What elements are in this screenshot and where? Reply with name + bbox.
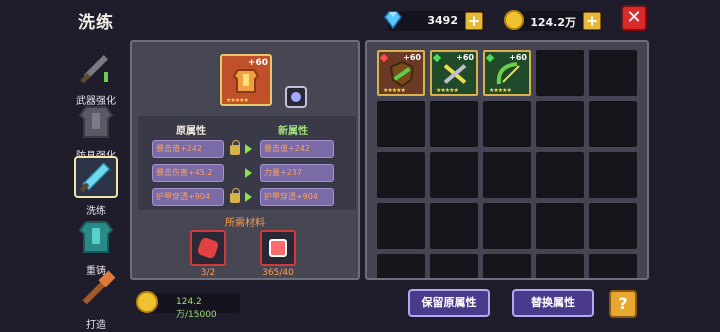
- gem-socket-button[interactable]: [285, 86, 307, 108]
- gold-currency: 124.2万 +: [504, 10, 602, 31]
- inventory-slot[interactable]: +60 ★★★★★: [430, 50, 478, 96]
- inventory-slot[interactable]: [430, 254, 478, 278]
- crossed-swords-icon: [443, 64, 467, 84]
- inventory-slot[interactable]: [430, 152, 478, 198]
- material-count: 365/40: [262, 268, 294, 278]
- arrow-right-icon: [245, 144, 252, 154]
- inventory-slot[interactable]: [377, 152, 425, 198]
- inventory-slot[interactable]: [589, 50, 637, 96]
- inventory-slot[interactable]: +60 ★★★★★: [483, 50, 531, 96]
- old-attr-row: 暴击值+242: [152, 140, 224, 158]
- inventory-slot[interactable]: [483, 254, 531, 278]
- keep-original-button[interactable]: 保留原属性: [408, 289, 490, 317]
- nav-label: 打造: [86, 320, 106, 331]
- inventory-panel: +60 ★★★★★ +60 ★★★★★ +60 ★★★★★: [365, 40, 649, 280]
- inventory-slot[interactable]: [377, 101, 425, 147]
- item-stars: ★★★★★: [383, 87, 406, 94]
- inventory-slot[interactable]: [536, 50, 584, 96]
- new-attr-row: 暴击值+242: [260, 140, 334, 158]
- inventory-slot[interactable]: [589, 101, 637, 147]
- material-count: 3/2: [200, 268, 216, 278]
- gold-cost: 124.2万/15000: [136, 291, 240, 320]
- inventory-slot[interactable]: [589, 152, 637, 198]
- refine-stone-icon: [269, 239, 287, 257]
- nav-weapon-enhance[interactable]: 武器强化: [68, 46, 124, 107]
- selected-item-slot[interactable]: +60 ★★★★★: [220, 54, 272, 106]
- item-level: +60: [509, 53, 527, 62]
- fire-armor-icon: [232, 69, 260, 93]
- add-gems-button[interactable]: +: [465, 12, 483, 30]
- nav-reforge[interactable]: 重铸: [68, 216, 124, 277]
- old-attr-row: 护甲穿透+904: [152, 188, 224, 206]
- inventory-slot[interactable]: [483, 101, 531, 147]
- nav-armor-enhance[interactable]: 防具强化: [68, 101, 124, 162]
- hammer-icon: [82, 270, 116, 305]
- old-attr-header: 原属性: [176, 126, 206, 137]
- gem-currency: 3492 +: [384, 11, 484, 31]
- inventory-slot[interactable]: [589, 203, 637, 249]
- lock-icon[interactable]: [230, 140, 240, 155]
- item-stars: ★★★★★: [226, 97, 249, 104]
- gold-coin-icon: [136, 291, 158, 313]
- sword-icon: [80, 54, 109, 84]
- inventory-slot[interactable]: [377, 203, 425, 249]
- replace-attributes-button[interactable]: 替换属性: [512, 289, 594, 317]
- inventory-slot[interactable]: [536, 254, 584, 278]
- inventory-slot[interactable]: [536, 203, 584, 249]
- close-button[interactable]: ✕: [621, 5, 647, 31]
- crystal-sword-icon: [74, 156, 118, 198]
- inventory-slot[interactable]: +60 ★★★★★: [377, 50, 425, 96]
- armor-icon: [78, 106, 114, 138]
- item-stars: ★★★★★: [489, 87, 512, 94]
- red-ore-icon: [196, 236, 220, 260]
- help-button[interactable]: ?: [609, 290, 637, 318]
- material-slot[interactable]: [260, 230, 296, 266]
- gem-count: 3492: [427, 14, 458, 27]
- green-bow-icon: [496, 62, 520, 85]
- arrow-right-icon: [245, 192, 252, 202]
- item-level: +60: [247, 58, 268, 68]
- attribute-box: 原属性 新属性 暴击值+242 暴击值+242 暴击伤害+45.2 力量+237…: [138, 116, 356, 210]
- inventory-grid: +60 ★★★★★ +60 ★★★★★ +60 ★★★★★: [377, 50, 637, 278]
- inventory-slot[interactable]: [536, 152, 584, 198]
- new-attr-row: 力量+237: [260, 164, 334, 182]
- gold-cost-value: 124.2万/15000: [176, 297, 217, 320]
- inventory-slot[interactable]: [483, 203, 531, 249]
- nav-craft[interactable]: 打造: [68, 270, 124, 331]
- nav-refine[interactable]: 洗练: [68, 156, 124, 217]
- new-attr-header: 新属性: [278, 126, 308, 137]
- lock-icon[interactable]: [230, 188, 240, 203]
- page-title: 洗练: [78, 13, 114, 33]
- item-level: +60: [403, 53, 421, 62]
- green-shield-icon: [389, 60, 415, 88]
- materials-title: 所需材料: [225, 218, 265, 229]
- item-level: +60: [456, 53, 474, 62]
- arrow-right-icon: [245, 168, 252, 178]
- inventory-slot[interactable]: [483, 152, 531, 198]
- add-gold-button[interactable]: +: [583, 12, 601, 30]
- material-slot[interactable]: [190, 230, 226, 266]
- gold-count: 124.2万: [530, 16, 576, 29]
- old-attr-row: 暴击伤害+45.2: [152, 164, 224, 182]
- nav-label: 洗练: [86, 206, 106, 217]
- chest-armor-icon: [78, 221, 114, 253]
- diamond-icon: [384, 11, 402, 30]
- inventory-slot[interactable]: [430, 101, 478, 147]
- inventory-slot[interactable]: [377, 254, 425, 278]
- item-stars: ★★★★★: [436, 87, 459, 94]
- gold-coin-icon: [504, 10, 524, 30]
- inventory-slot[interactable]: [536, 101, 584, 147]
- refine-panel: +60 ★★★★★ 原属性 新属性 暴击值+242 暴击值+242 暴击伤害+4…: [130, 40, 360, 280]
- inventory-slot[interactable]: [430, 203, 478, 249]
- inventory-slot[interactable]: [589, 254, 637, 278]
- new-attr-row: 护甲穿透+904: [260, 188, 334, 206]
